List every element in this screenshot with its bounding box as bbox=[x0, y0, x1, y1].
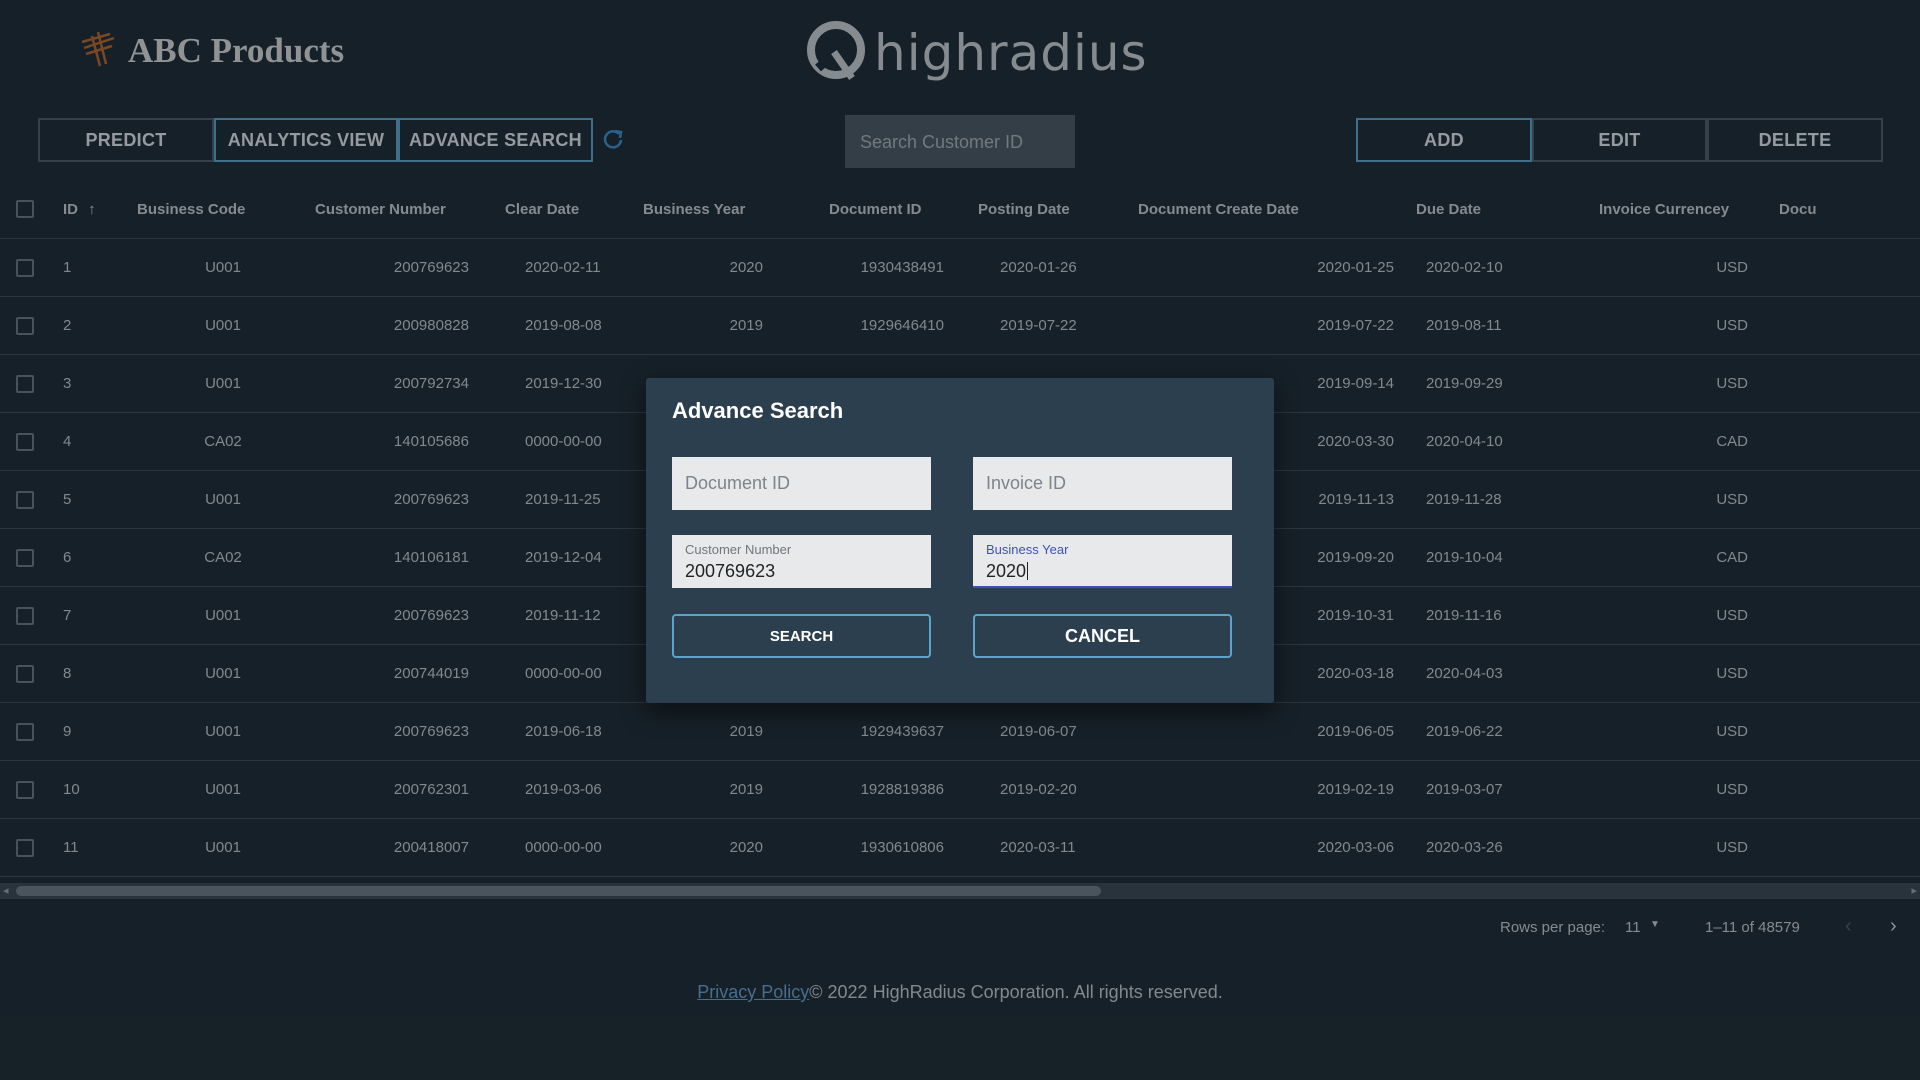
document-id-placeholder: Document ID bbox=[685, 473, 791, 493]
invoice-id-placeholder: Invoice ID bbox=[986, 473, 1067, 493]
business-year-value: 2020 bbox=[986, 561, 1027, 581]
business-year-value-wrap: 2020 bbox=[986, 561, 1029, 582]
customer-number-value: 200769623 bbox=[685, 561, 776, 581]
customer-number-label: Customer Number bbox=[685, 542, 792, 557]
cancel-button[interactable]: CANCEL bbox=[973, 614, 1232, 658]
business-year-field[interactable]: Business Year 2020 bbox=[973, 535, 1232, 588]
dialog-title: Advance Search bbox=[672, 398, 844, 423]
business-year-label: Business Year bbox=[986, 542, 1069, 557]
advance-search-dialog: Advance Search Document ID Invoice ID Cu… bbox=[646, 378, 1274, 703]
invoice-id-field[interactable]: Invoice ID bbox=[973, 457, 1232, 510]
customer-number-field[interactable]: Customer Number 200769623 bbox=[672, 535, 931, 588]
search-button[interactable]: SEARCH bbox=[672, 614, 931, 658]
text-caret bbox=[1027, 562, 1029, 580]
document-id-field[interactable]: Document ID bbox=[672, 457, 931, 510]
